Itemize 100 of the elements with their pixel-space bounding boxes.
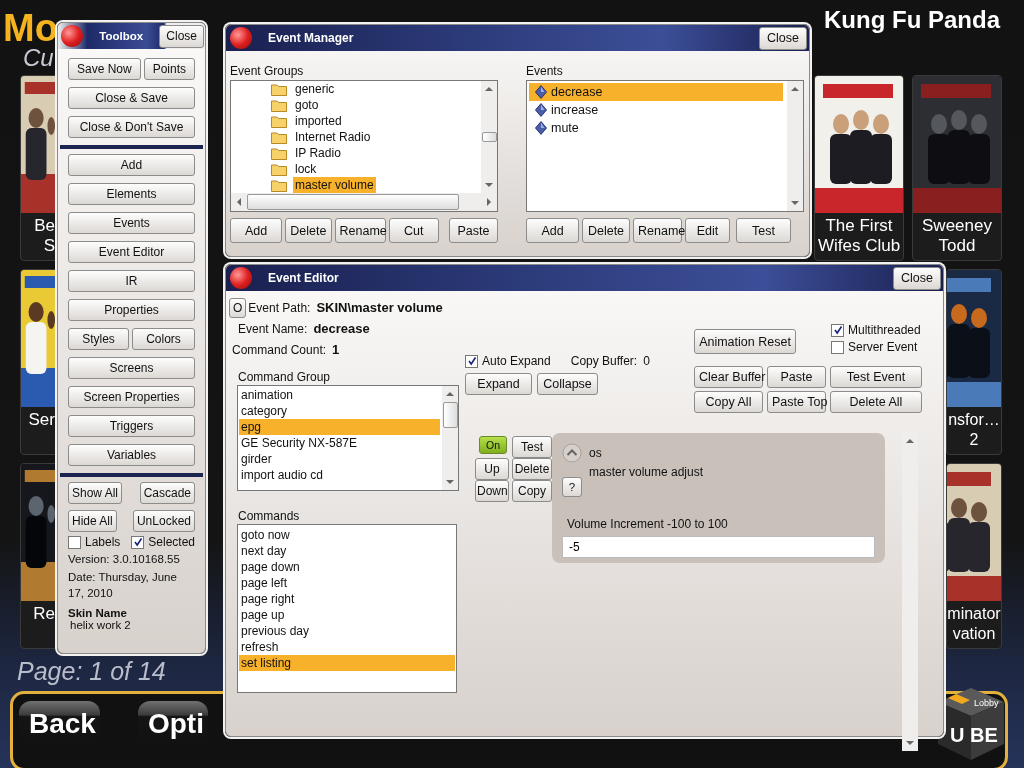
group-button[interactable]: Rename <box>334 218 386 243</box>
checkbox[interactable] <box>831 340 844 354</box>
toolbar-button[interactable]: Collapse <box>537 373 598 395</box>
toolbox-button[interactable]: Properties <box>68 299 195 321</box>
event-button[interactable]: Edit <box>685 218 730 243</box>
toolbar-button[interactable]: Expand <box>465 373 532 395</box>
toolbox-button[interactable]: Elements <box>68 183 195 205</box>
toolbox-button[interactable]: Screens <box>68 357 195 379</box>
event-button[interactable]: Delete <box>582 218 630 243</box>
list-item[interactable]: import audio cd <box>239 467 440 483</box>
scrollbar[interactable] <box>442 386 458 490</box>
toolbox-button[interactable]: Close & Save <box>68 87 195 109</box>
scrollbar[interactable] <box>902 433 918 751</box>
checkbox[interactable] <box>465 354 478 368</box>
poster-title: S <box>43 236 55 256</box>
toolbox-button[interactable]: Save Now <box>68 58 141 80</box>
poster-title: vation <box>952 624 996 644</box>
tree-item[interactable]: IP Radio <box>293 145 343 161</box>
toolbox-button[interactable]: Colors <box>132 328 195 350</box>
poster-tile[interactable]: Ser <box>20 269 56 455</box>
tree-item[interactable]: master volume <box>293 177 376 193</box>
group-button[interactable]: Delete <box>285 218 332 243</box>
scrollbar[interactable] <box>787 81 803 211</box>
poster-tile[interactable]: Re <box>20 463 56 649</box>
list-item[interactable]: girder <box>239 451 440 467</box>
toolbar-button[interactable]: Paste Top <box>767 391 826 413</box>
poster-tile[interactable]: Sweeney Todd <box>912 75 1002 261</box>
close-button[interactable]: Close <box>759 26 807 50</box>
group-button[interactable]: Cut <box>388 218 439 243</box>
list-item[interactable]: category <box>239 403 440 419</box>
close-button[interactable]: Close <box>159 24 204 48</box>
list-item[interactable]: increase <box>529 101 783 119</box>
checkbox[interactable] <box>131 535 145 549</box>
checkbox[interactable] <box>831 323 844 337</box>
toolbox-button[interactable]: Screen Properties <box>68 386 195 408</box>
list-item[interactable]: page left <box>239 575 455 591</box>
tree-item[interactable]: goto <box>293 97 321 113</box>
command-button[interactable]: Delete <box>512 458 552 480</box>
list-item[interactable]: page up <box>239 607 455 623</box>
command-button[interactable]: Down <box>475 480 509 502</box>
tree-item[interactable]: Internet Radio <box>293 129 373 145</box>
list-item[interactable]: epg <box>239 419 440 435</box>
orb-icon[interactable] <box>230 267 252 289</box>
toolbox-button[interactable]: Styles <box>68 328 129 350</box>
command-button[interactable]: Up <box>475 458 509 480</box>
poster-tile[interactable]: nsfor… 2 <box>946 269 1002 455</box>
tree-item[interactable]: generic <box>293 81 337 97</box>
input-field[interactable]: -5 <box>562 536 875 558</box>
toolbox-button[interactable]: Events <box>68 212 195 234</box>
command-button[interactable]: Test <box>512 436 552 458</box>
event-path: SKIN\master volume <box>316 300 443 315</box>
event-button[interactable]: Test <box>736 218 791 243</box>
toolbox-button[interactable]: Show All <box>68 482 123 504</box>
toolbox-button[interactable]: Add <box>68 154 195 176</box>
command-button[interactable]: Copy <box>512 480 552 502</box>
tree-item[interactable]: lock <box>293 161 319 177</box>
toolbar-button[interactable]: Paste <box>767 366 826 388</box>
collapse-icon[interactable] <box>562 443 582 463</box>
list-item[interactable]: set listing <box>239 655 455 671</box>
list-item[interactable]: refresh <box>239 639 455 655</box>
checkbox[interactable] <box>68 535 81 549</box>
toolbox-button[interactable]: UnLocked <box>132 510 195 532</box>
list-item[interactable]: page right <box>239 591 455 607</box>
list-item[interactable]: decrease <box>529 83 783 101</box>
scrollbar[interactable] <box>231 193 497 211</box>
toggle-button[interactable]: On <box>479 436 507 454</box>
list-item[interactable]: GE Security NX-587E <box>239 435 440 451</box>
list-item[interactable]: previous day <box>239 623 455 639</box>
toolbox-button[interactable]: Cascade <box>139 482 195 504</box>
toolbox-button[interactable]: Event Editor <box>68 241 195 263</box>
list-item[interactable]: goto now <box>239 527 455 543</box>
group-button[interactable]: Paste <box>448 218 498 243</box>
event-button[interactable]: Add <box>526 218 579 243</box>
orb-icon[interactable] <box>61 25 83 47</box>
open-button[interactable]: O <box>229 297 247 318</box>
list-item[interactable]: page down <box>239 559 455 575</box>
animation-reset-button[interactable]: Animation Reset <box>694 329 796 354</box>
list-item[interactable]: next day <box>239 543 455 559</box>
orb-icon[interactable] <box>230 27 252 49</box>
list-item[interactable]: animation <box>239 387 440 403</box>
poster-tile[interactable]: Be S <box>20 75 56 261</box>
toolbox-button[interactable]: Variables <box>68 444 195 466</box>
list-label: Commands <box>238 509 300 523</box>
toolbar-button[interactable]: Copy All <box>694 391 763 413</box>
toolbox-button[interactable]: IR <box>68 270 195 292</box>
help-button[interactable]: ? <box>562 477 582 497</box>
toolbox-button[interactable]: Close & Don't Save <box>68 116 195 138</box>
toolbox-button[interactable]: Points <box>143 58 195 80</box>
close-button[interactable]: Close <box>893 266 941 290</box>
toolbar-button[interactable]: Delete All <box>830 391 922 413</box>
toolbox-button[interactable]: Triggers <box>68 415 195 437</box>
list-item[interactable]: mute <box>529 119 783 137</box>
scrollbar[interactable] <box>481 81 497 193</box>
tree-item[interactable]: imported <box>293 113 344 129</box>
group-button[interactable]: Add <box>230 218 283 243</box>
skin-name-label: Skin Name <box>68 607 128 619</box>
poster-tile[interactable]: The First Wifes Club <box>814 75 904 261</box>
toolbar-button[interactable]: Test Event <box>830 366 922 388</box>
toolbox-button[interactable]: Hide All <box>68 510 117 532</box>
poster-tile[interactable]: minator vation <box>946 463 1002 649</box>
